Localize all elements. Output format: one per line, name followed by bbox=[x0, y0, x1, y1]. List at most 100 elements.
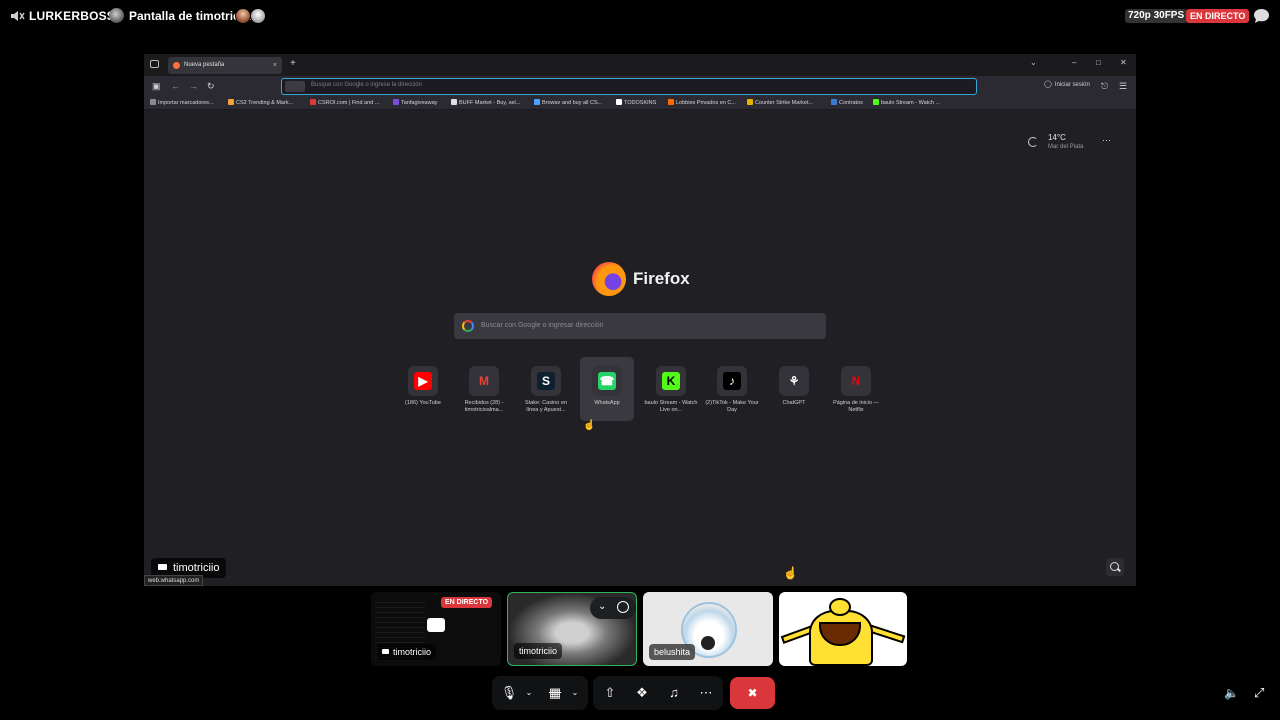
chevron-down-icon[interactable]: ⌄ bbox=[598, 601, 606, 612]
bookmark-item[interactable]: CS2 Trending & Mark... bbox=[228, 99, 293, 106]
weather-city: Mar del Plata bbox=[1048, 144, 1084, 150]
browser-tab[interactable]: Nueva pestaña × bbox=[168, 57, 282, 74]
microphone-icon[interactable]: 🎙 bbox=[494, 676, 524, 710]
restore-icon[interactable]: □ bbox=[1096, 58, 1101, 67]
top-site-label: Stake: Casino en línea y Apuest... bbox=[525, 400, 567, 413]
bookmark-label: Browse and buy all CS... bbox=[542, 100, 603, 106]
top-site-tile: S bbox=[531, 366, 561, 396]
bookmark-item[interactable]: Tanfagiveaway bbox=[393, 99, 437, 106]
sidebar-icon[interactable]: ▣ bbox=[152, 81, 161, 92]
firefox-wordmark: Firefox bbox=[633, 269, 690, 288]
top-site-label: (2)TikTok - Make Your Day bbox=[705, 400, 759, 413]
camera-options-chevron-icon[interactable]: ⌄ bbox=[568, 676, 582, 710]
exit-fullscreen-icon[interactable]: ⤢ bbox=[1254, 685, 1264, 701]
bookmark-item[interactable]: Contratos bbox=[831, 99, 863, 106]
camera-off-icon[interactable]: ▦ bbox=[540, 676, 570, 710]
bookmark-label: BUFF Market - Buy, sel... bbox=[459, 100, 521, 106]
mic-options-chevron-icon[interactable]: ⌄ bbox=[522, 676, 536, 710]
bookmark-label: TODOSKINS bbox=[624, 100, 657, 106]
newtab-search-input[interactable]: Buscar con Google o ingresar dirección bbox=[454, 313, 826, 339]
top-site-shortcut[interactable]: ☎ WhatsApp bbox=[580, 357, 634, 421]
bookmark-item[interactable]: baulo Stream - Watch ... bbox=[873, 99, 940, 106]
chat-icon[interactable] bbox=[1253, 8, 1270, 24]
viewer-avatar[interactable] bbox=[250, 8, 266, 24]
volume-icon[interactable] bbox=[9, 8, 25, 24]
more-options-icon[interactable]: ⋯ bbox=[691, 676, 721, 710]
top-site-tile: N bbox=[841, 366, 871, 396]
participant-name: timotriciio bbox=[514, 643, 563, 659]
zoom-icon[interactable] bbox=[1106, 558, 1124, 576]
top-site-shortcut[interactable]: ⚘ ChatGPT bbox=[767, 366, 821, 407]
bookmark-label: Lobbies Privados en C... bbox=[676, 100, 736, 106]
top-site-label: ChatGPT bbox=[782, 400, 806, 406]
share-screen-icon[interactable]: ⇧ bbox=[595, 676, 625, 710]
close-tab-icon[interactable]: × bbox=[273, 57, 277, 74]
avatar-arm bbox=[868, 624, 906, 644]
participant-tile-self[interactable]: ⌄ timotriciio bbox=[507, 592, 637, 666]
participant-tile-avatar[interactable] bbox=[779, 592, 907, 666]
bookmark-item[interactable]: BUFF Market - Buy, sel... bbox=[451, 99, 520, 106]
top-site-shortcut[interactable]: M Recibidos (28) - timotricioalma... bbox=[457, 366, 511, 414]
tab-title: Nueva pestaña bbox=[184, 62, 225, 68]
top-site-tile: ♪ bbox=[717, 366, 747, 396]
search-placeholder: Buscar con Google o ingresar dirección bbox=[481, 322, 604, 329]
list-all-tabs-icon[interactable]: ⌄ bbox=[1030, 58, 1037, 67]
viewer-avatar[interactable] bbox=[235, 8, 251, 24]
bookmark-label: Counter Strike Market... bbox=[755, 100, 814, 106]
streamer-avatar bbox=[109, 8, 124, 23]
bookmark-item[interactable]: TODOSKINS bbox=[616, 99, 656, 106]
screen-share-view[interactable]: Nueva pestaña × + ⌄ – □ ✕ ▣ ← → ↻ Busque… bbox=[144, 54, 1136, 586]
firefox-favicon-icon bbox=[173, 62, 180, 69]
tile-options-menu[interactable]: ⌄ bbox=[590, 597, 636, 619]
signin-button[interactable]: Iniciar sesión bbox=[1044, 80, 1090, 88]
bookmark-item[interactable]: CSROI.com | Find and ... bbox=[310, 99, 379, 106]
bookmark-item[interactable]: Lobbies Privados en C... bbox=[668, 99, 736, 106]
url-bar[interactable]: Busque con Google o ingrese la dirección bbox=[281, 78, 977, 95]
top-site-shortcut[interactable]: ♪ (2)TikTok - Make Your Day bbox=[705, 366, 759, 414]
bookmark-item[interactable]: Counter Strike Market... bbox=[747, 99, 813, 106]
server-name[interactable]: LURKERBOSS bbox=[29, 9, 115, 23]
status-url: web.whatsapp.com bbox=[144, 575, 204, 586]
bookmark-favicon-icon bbox=[310, 99, 316, 105]
disconnect-button[interactable]: ✖ bbox=[730, 677, 775, 709]
menu-icon[interactable]: ☰ bbox=[1119, 81, 1127, 92]
reload-icon[interactable]: ↻ bbox=[207, 81, 215, 92]
participant-tile-belushita[interactable]: belushita bbox=[643, 592, 773, 666]
participant-name: timotriciio bbox=[377, 644, 437, 660]
site-logo-icon: ☎ bbox=[598, 372, 616, 390]
new-tab-button[interactable]: + bbox=[290, 58, 296, 69]
firefox-logo-icon bbox=[592, 262, 626, 296]
top-site-label: WhatsApp bbox=[594, 400, 620, 406]
back-icon[interactable]: ← bbox=[171, 81, 180, 91]
search-engine-icon[interactable] bbox=[285, 81, 305, 92]
minimize-icon[interactable]: – bbox=[1072, 58, 1076, 67]
browser-toolbar: ▣ ← → ↻ Busque con Google o ingrese la d… bbox=[144, 76, 1136, 96]
soundboard-icon[interactable]: ♫ bbox=[659, 676, 689, 710]
top-site-shortcut[interactable]: N Página de inicio — Netflix bbox=[829, 366, 883, 414]
bookmark-item[interactable]: Browse and buy all CS... bbox=[534, 99, 602, 106]
bookmark-favicon-icon bbox=[668, 99, 674, 105]
separator: · bbox=[96, 9, 100, 21]
activities-icon[interactable]: ❖ bbox=[627, 676, 657, 710]
add-friend-icon[interactable] bbox=[617, 601, 629, 613]
volume-icon[interactable]: 🔈 bbox=[1224, 686, 1239, 700]
weather-more-icon[interactable]: ⋯ bbox=[1102, 135, 1111, 146]
bookmark-favicon-icon bbox=[831, 99, 837, 105]
close-window-icon[interactable]: ✕ bbox=[1120, 58, 1127, 67]
bookmark-item[interactable]: Importar marcadores... bbox=[150, 99, 214, 106]
tile-live-badge: EN DIRECTO bbox=[441, 597, 493, 608]
avatar-head bbox=[829, 598, 851, 616]
top-site-label: baulo Stream - Watch Live on... bbox=[644, 400, 698, 413]
live-badge: EN DIRECTO bbox=[1186, 9, 1250, 23]
top-site-shortcut[interactable]: ▶ (186) YouTube bbox=[396, 366, 450, 407]
top-site-label: (186) YouTube bbox=[405, 400, 441, 406]
quality-badge: 720p 30FPS bbox=[1125, 9, 1188, 23]
url-placeholder: Busque con Google o ingrese la dirección bbox=[311, 82, 423, 88]
tab-list-icon[interactable] bbox=[150, 60, 159, 68]
google-icon bbox=[462, 320, 474, 332]
forward-icon[interactable]: → bbox=[189, 81, 198, 91]
moon-icon bbox=[1028, 137, 1038, 147]
extensions-icon[interactable]: ⎋ bbox=[1101, 81, 1108, 92]
top-site-shortcut[interactable]: S Stake: Casino en línea y Apuest... bbox=[519, 366, 573, 414]
top-site-shortcut[interactable]: Kbaulo Stream - Watch Live on... bbox=[644, 366, 698, 414]
